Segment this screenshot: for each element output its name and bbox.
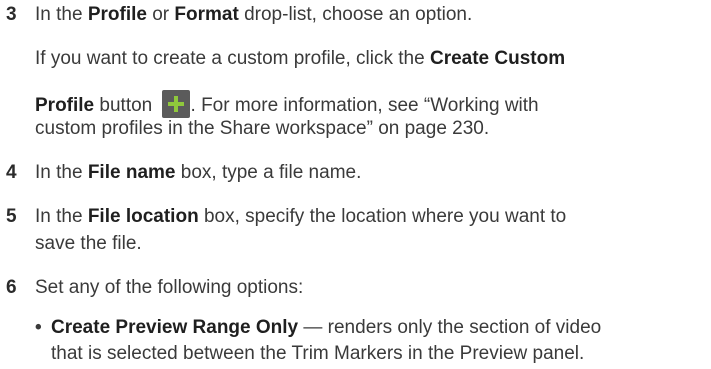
- step-text: In the Profile or Format drop-list, choo…: [35, 4, 473, 25]
- step-text: If you want to create a custom profile, …: [35, 48, 566, 69]
- step-text: Set any of the following options:: [35, 277, 304, 298]
- step-number: 3: [6, 4, 17, 25]
- step-number: 5: [6, 206, 17, 227]
- step-text: In the File location box, specify the lo…: [35, 206, 567, 227]
- step-text: Profile button . For more information, s…: [35, 90, 539, 118]
- step-text: In the File name box, type a file name.: [35, 162, 362, 183]
- plus-icon: [161, 90, 190, 118]
- option-text: Create Preview Range Only — renders only…: [51, 317, 602, 338]
- step-number: 4: [6, 162, 17, 183]
- bullet: •: [35, 317, 42, 338]
- option-text: that is selected between the Trim Marker…: [51, 343, 585, 364]
- step-number: 6: [6, 277, 17, 298]
- step-text: save the file.: [35, 233, 142, 254]
- step-text: custom profiles in the Share workspace” …: [35, 118, 490, 139]
